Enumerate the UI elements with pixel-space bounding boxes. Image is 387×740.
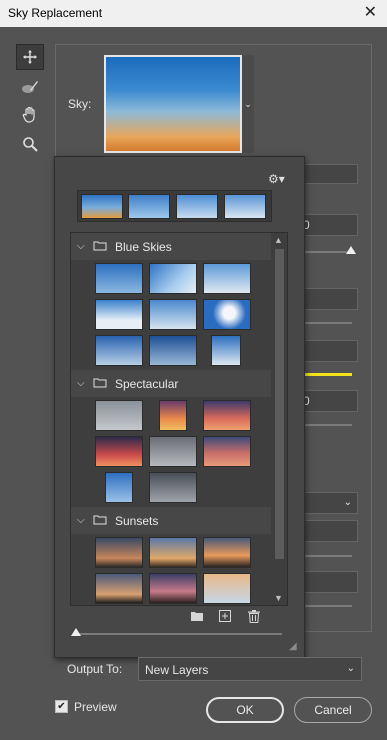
chevron-down-icon: ⌄ xyxy=(343,497,352,508)
folder-icon xyxy=(93,377,107,391)
scroll-down-icon[interactable]: ▼ xyxy=(274,593,283,603)
sky-preset-thumb[interactable] xyxy=(95,335,143,366)
sky-preset-thumb[interactable] xyxy=(95,537,143,568)
sky-preset-thumb[interactable] xyxy=(149,573,197,604)
window-title: Sky Replacement xyxy=(8,6,103,20)
recent-sky-thumb[interactable] xyxy=(224,194,266,219)
sky-preset-thumb[interactable] xyxy=(149,263,197,294)
sky-preset-thumb[interactable] xyxy=(149,537,197,568)
sky-preset-thumb[interactable] xyxy=(95,263,143,294)
sky-brush-icon[interactable] xyxy=(16,74,44,100)
sky-preset-thumb[interactable] xyxy=(203,436,251,467)
sky-preset-thumb[interactable] xyxy=(203,299,251,330)
shift-edge-field[interactable]: 0 xyxy=(296,214,358,236)
cancel-button[interactable]: Cancel xyxy=(294,697,372,723)
fade-edge-field[interactable] xyxy=(296,288,358,310)
sky-preset-thumb[interactable] xyxy=(105,472,133,503)
thumbnail-size-slider[interactable] xyxy=(74,633,282,635)
color-adjust-field[interactable] xyxy=(296,571,358,593)
shift-edge-knob[interactable] xyxy=(346,246,356,254)
ok-button[interactable]: OK xyxy=(206,697,284,723)
brightness-field[interactable] xyxy=(296,340,358,362)
edge-setting-field[interactable] xyxy=(296,164,358,184)
add-sky-icon[interactable] xyxy=(219,610,231,625)
temperature-slider-track[interactable] xyxy=(300,373,352,376)
group-header-blue-skies[interactable]: ⌵ Blue Skies xyxy=(71,233,271,260)
sky-preset-thumb[interactable] xyxy=(149,335,197,366)
group-header-sunsets[interactable]: ⌵ Sunsets xyxy=(71,507,271,534)
recent-sky-thumb[interactable] xyxy=(128,194,170,219)
title-bar: Sky Replacement ✕ xyxy=(0,0,387,27)
temperature-slider[interactable] xyxy=(300,424,352,426)
fade-edge-slider[interactable] xyxy=(300,322,352,324)
group-name: Spectacular xyxy=(115,376,179,391)
group-name: Sunsets xyxy=(115,513,159,528)
preset-list-scrollbar[interactable]: ▲ ▼ xyxy=(271,233,287,605)
preview-checkbox[interactable]: ✔ xyxy=(55,700,68,713)
sky-preset-thumb[interactable] xyxy=(149,299,197,330)
recent-sky-thumb[interactable] xyxy=(176,194,218,219)
zoom-tool-icon[interactable] xyxy=(16,131,44,157)
sky-preset-thumb[interactable] xyxy=(159,400,187,431)
trash-icon[interactable] xyxy=(248,610,260,626)
scroll-up-icon[interactable]: ▲ xyxy=(274,235,283,245)
output-to-label: Output To: xyxy=(67,662,123,676)
sky-preset-thumb[interactable] xyxy=(203,263,251,294)
sky-preset-thumb[interactable] xyxy=(95,400,143,431)
group-header-spectacular[interactable]: ⌵ Spectacular xyxy=(71,370,271,397)
temperature-field[interactable]: 0 xyxy=(296,390,358,412)
hand-tool-icon[interactable] xyxy=(16,102,44,128)
gear-icon[interactable]: ⚙▾ xyxy=(268,172,285,186)
chevron-down-icon: ⌄ xyxy=(346,663,355,674)
sky-preset-thumb[interactable] xyxy=(95,573,143,604)
sky-dropdown-button[interactable]: ⌄ xyxy=(242,55,254,153)
sky-preset-thumb[interactable] xyxy=(203,573,251,604)
preview-label: Preview xyxy=(74,700,117,714)
sky-preset-list[interactable]: ⌵ Blue Skies ⌵ Spectacular ⌵ Sunsets xyxy=(70,232,288,606)
lighting-mode-select[interactable]: ⌄ xyxy=(296,492,358,514)
chevron-down-icon[interactable]: ⌵ xyxy=(77,241,87,252)
sky-preset-thumb[interactable] xyxy=(149,436,197,467)
color-adjust-slider[interactable] xyxy=(300,605,352,607)
sky-preset-thumb[interactable] xyxy=(203,400,251,431)
chevron-down-icon[interactable]: ⌵ xyxy=(77,378,87,389)
output-to-select[interactable]: New Layers ⌄ xyxy=(138,657,362,681)
group-name: Blue Skies xyxy=(115,239,172,254)
scrollbar-thumb[interactable] xyxy=(275,249,284,559)
new-group-folder-icon[interactable] xyxy=(190,611,204,625)
move-tool-icon[interactable] xyxy=(16,44,44,70)
close-icon[interactable]: ✕ xyxy=(364,2,377,22)
output-to-value: New Layers xyxy=(145,663,209,677)
sky-preview-thumbnail[interactable] xyxy=(104,55,242,153)
chevron-down-icon[interactable]: ⌵ xyxy=(77,515,87,526)
sky-label: Sky: xyxy=(68,97,92,111)
thumbnail-size-knob[interactable] xyxy=(71,628,81,636)
folder-icon xyxy=(93,514,107,528)
sky-preset-thumb[interactable] xyxy=(211,335,241,366)
sky-preset-thumb[interactable] xyxy=(95,299,143,330)
lighting-adjust-field[interactable] xyxy=(296,520,358,542)
sky-preset-thumb[interactable] xyxy=(95,436,143,467)
sky-preset-thumb[interactable] xyxy=(203,537,251,568)
shift-edge-slider[interactable] xyxy=(300,251,352,253)
resize-grip-icon[interactable]: ◢ xyxy=(289,641,297,652)
recent-sky-thumb[interactable] xyxy=(81,194,123,219)
sky-preset-thumb[interactable] xyxy=(149,472,197,503)
lighting-adjust-slider[interactable] xyxy=(300,555,352,557)
folder-icon xyxy=(93,240,107,254)
